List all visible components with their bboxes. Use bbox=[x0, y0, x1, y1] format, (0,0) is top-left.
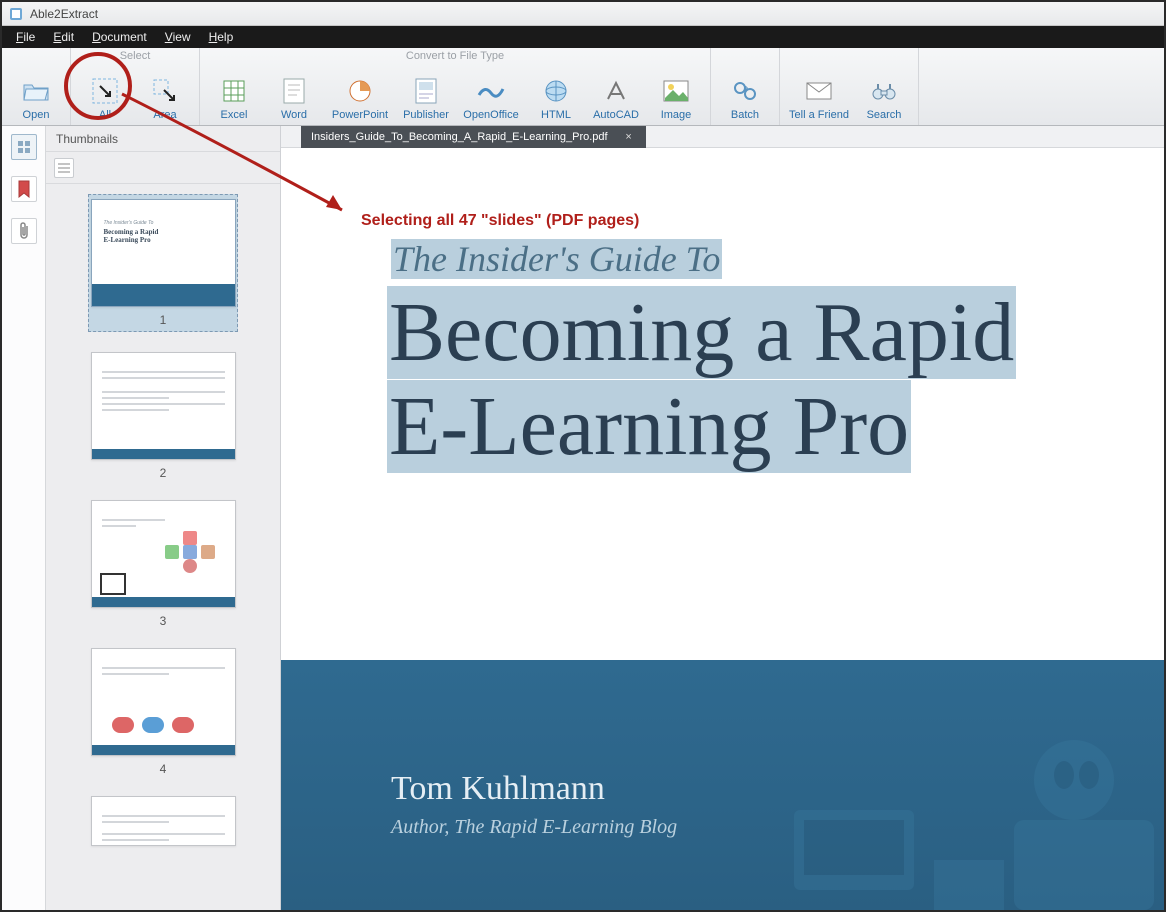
left-panel-strip bbox=[2, 126, 46, 910]
thumb2-number: 2 bbox=[160, 466, 167, 480]
workspace: Thumbnails The Insider's Guide To Becomi… bbox=[2, 126, 1164, 910]
binoculars-icon bbox=[870, 77, 898, 105]
thumbnails-panel-button[interactable] bbox=[11, 134, 37, 160]
batch-label: Batch bbox=[731, 109, 759, 121]
html-button[interactable]: HTML bbox=[528, 67, 584, 123]
word-button[interactable]: Word bbox=[266, 67, 322, 123]
publisher-icon bbox=[412, 77, 440, 105]
batch-icon bbox=[731, 77, 759, 105]
group-title-convert: Convert to File Type bbox=[206, 48, 704, 65]
thumbnails-tools bbox=[46, 152, 280, 184]
thumb3-number: 3 bbox=[160, 614, 167, 628]
thumb1-title: Becoming a RapidE-Learning Pro bbox=[104, 228, 159, 245]
word-icon bbox=[280, 77, 308, 105]
powerpoint-icon bbox=[346, 77, 374, 105]
menu-view[interactable]: View bbox=[157, 28, 199, 46]
publisher-button[interactable]: Publisher bbox=[398, 67, 454, 123]
autocad-button[interactable]: AutoCAD bbox=[588, 67, 644, 123]
app-title: Able2Extract bbox=[30, 7, 98, 21]
select-area-button[interactable]: Area bbox=[137, 67, 193, 123]
document-content: The Insider's Guide To Becoming a Rapid … bbox=[281, 238, 1164, 474]
thumbnail-options-button[interactable] bbox=[54, 158, 74, 178]
open-button[interactable]: Open bbox=[8, 67, 64, 123]
excel-icon bbox=[220, 77, 248, 105]
image-icon bbox=[662, 77, 690, 105]
titlebar: Able2Extract bbox=[2, 2, 1164, 26]
select-all-icon bbox=[91, 77, 119, 105]
select-all-label: All bbox=[99, 109, 111, 121]
publisher-label: Publisher bbox=[403, 109, 449, 121]
thumbnails-header: Thumbnails bbox=[46, 126, 280, 152]
thumbnail-2[interactable]: 2 bbox=[88, 352, 238, 480]
powerpoint-label: PowerPoint bbox=[332, 109, 388, 121]
thumb1-overtitle: The Insider's Guide To bbox=[104, 220, 154, 226]
close-tab-icon[interactable]: × bbox=[622, 130, 636, 144]
toolbar-group-convert: Convert to File Type Excel Word PowerPoi… bbox=[200, 48, 711, 125]
thumbnail-3[interactable]: 3 bbox=[88, 500, 238, 628]
toolbar-group-batch: Batch bbox=[711, 48, 780, 125]
attachment-panel-button[interactable] bbox=[11, 218, 37, 244]
open-label: Open bbox=[23, 109, 50, 121]
toolbar-group-select: Select All Area bbox=[71, 48, 200, 125]
envelope-icon bbox=[805, 77, 833, 105]
excel-label: Excel bbox=[221, 109, 248, 121]
folder-open-icon bbox=[22, 77, 50, 105]
thumbnail-1[interactable]: The Insider's Guide To Becoming a RapidE… bbox=[88, 194, 238, 332]
select-area-label: Area bbox=[153, 109, 176, 121]
image-button[interactable]: Image bbox=[648, 67, 704, 123]
app-icon bbox=[8, 6, 24, 22]
select-all-button[interactable]: All bbox=[77, 67, 133, 123]
group-title-empty2 bbox=[786, 48, 912, 65]
menu-help[interactable]: Help bbox=[201, 28, 242, 46]
thumbnails-panel: Thumbnails The Insider's Guide To Becomi… bbox=[46, 126, 281, 910]
menu-file[interactable]: File bbox=[8, 28, 43, 46]
group-title-empty1 bbox=[717, 48, 773, 65]
select-area-icon bbox=[151, 77, 179, 105]
thumbnails-scroll[interactable]: The Insider's Guide To Becoming a RapidE… bbox=[46, 184, 280, 910]
openoffice-icon bbox=[477, 77, 505, 105]
batch-button[interactable]: Batch bbox=[717, 67, 773, 123]
powerpoint-button[interactable]: PowerPoint bbox=[326, 67, 394, 123]
image-label: Image bbox=[661, 109, 692, 121]
menu-document[interactable]: Document bbox=[84, 28, 155, 46]
group-title-select: Select bbox=[77, 48, 193, 65]
openoffice-button[interactable]: OpenOffice bbox=[458, 67, 524, 123]
thumbnail-4[interactable]: 4 bbox=[88, 648, 238, 776]
tell-friend-label: Tell a Friend bbox=[789, 109, 849, 121]
thumb4-number: 4 bbox=[160, 762, 167, 776]
document-view[interactable]: The Insider's Guide To Becoming a Rapid … bbox=[281, 148, 1164, 910]
excel-button[interactable]: Excel bbox=[206, 67, 262, 123]
search-button[interactable]: Search bbox=[856, 67, 912, 123]
tab-filename: Insiders_Guide_To_Becoming_A_Rapid_E-Lea… bbox=[311, 131, 608, 143]
autocad-label: AutoCAD bbox=[593, 109, 639, 121]
main-area: Insiders_Guide_To_Becoming_A_Rapid_E-Lea… bbox=[281, 126, 1164, 910]
menubar: File Edit Document View Help bbox=[2, 26, 1164, 48]
toolbar-group-extras: Tell a Friend Search bbox=[780, 48, 919, 125]
document-tab[interactable]: Insiders_Guide_To_Becoming_A_Rapid_E-Lea… bbox=[301, 126, 646, 148]
thumbnail-5[interactable] bbox=[88, 796, 238, 846]
doc-overtitle: The Insider's Guide To bbox=[281, 238, 1164, 280]
doc-title: Becoming a Rapid E-Learning Pro bbox=[281, 286, 1164, 474]
html-label: HTML bbox=[541, 109, 571, 121]
menu-edit[interactable]: Edit bbox=[45, 28, 82, 46]
doc-footer: Tom Kuhlmann Author, The Rapid E-Learnin… bbox=[281, 660, 1164, 910]
tab-bar: Insiders_Guide_To_Becoming_A_Rapid_E-Lea… bbox=[281, 126, 1164, 148]
bookmark-panel-button[interactable] bbox=[11, 176, 37, 202]
footer-illustration bbox=[754, 690, 1164, 910]
tell-friend-button[interactable]: Tell a Friend bbox=[786, 67, 852, 123]
thumb1-number: 1 bbox=[160, 313, 167, 327]
group-title-empty0 bbox=[8, 48, 64, 65]
word-label: Word bbox=[281, 109, 307, 121]
html-icon bbox=[542, 77, 570, 105]
search-label: Search bbox=[867, 109, 902, 121]
toolbar: Open Select All Area Convert to File Typ… bbox=[2, 48, 1164, 126]
toolbar-group-open: Open bbox=[2, 48, 71, 125]
openoffice-label: OpenOffice bbox=[463, 109, 518, 121]
autocad-icon bbox=[602, 77, 630, 105]
